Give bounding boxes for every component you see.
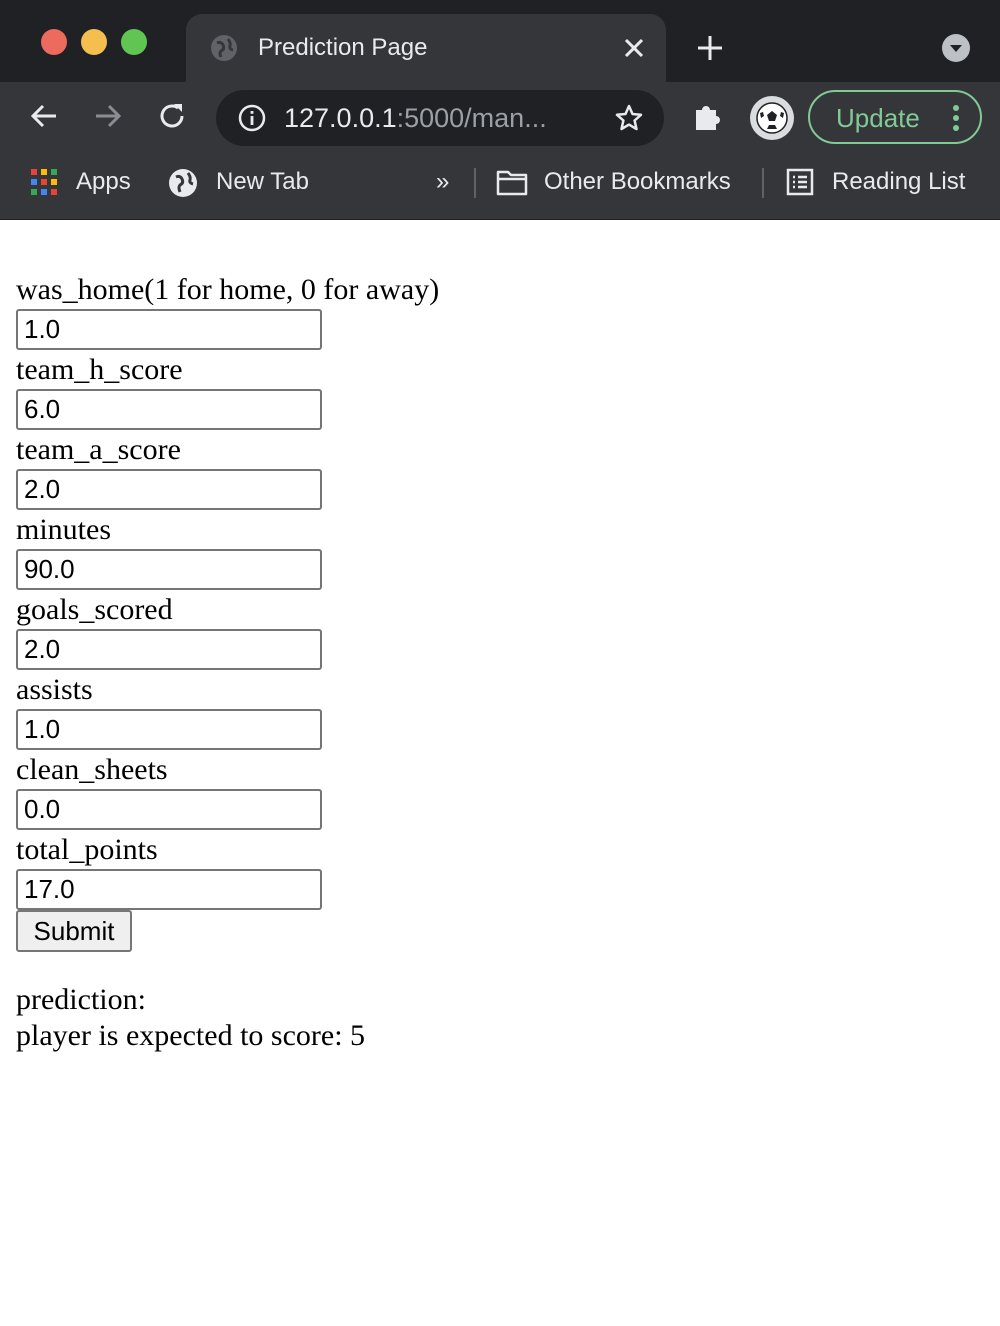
forward-arrow-icon[interactable]: [92, 100, 124, 132]
goals-scored-input[interactable]: [16, 629, 322, 670]
maximize-window-button[interactable]: [121, 29, 147, 55]
team-a-score-input[interactable]: [16, 469, 322, 510]
url-path: :5000/man...: [396, 103, 547, 133]
bookmarks-bar: Apps New Tab » Other Bookmarks Reading L…: [0, 154, 1000, 220]
update-button[interactable]: Update: [808, 90, 982, 144]
assists-label: assists: [16, 673, 93, 706]
update-label: Update: [836, 103, 920, 133]
tab-title: Prediction Page: [258, 34, 428, 61]
back-arrow-icon[interactable]: [28, 100, 60, 132]
overflow-chevron-icon: »: [436, 168, 450, 195]
prediction-result: prediction: player is expected to score:…: [16, 982, 916, 1054]
total-points-label: total_points: [16, 833, 158, 866]
globe-icon: [169, 169, 197, 197]
total-points-input[interactable]: [16, 869, 322, 910]
assists-input[interactable]: [16, 709, 322, 750]
bookmark-new-tab-label: New Tab: [216, 168, 309, 195]
minutes-label: minutes: [16, 513, 111, 546]
reading-list-label: Reading List: [832, 168, 966, 195]
extensions-puzzle-icon[interactable]: [690, 100, 724, 134]
toolbar: 127.0.0.1:5000/man... Update: [0, 82, 1000, 154]
globe-icon: [211, 35, 237, 61]
was-home-input[interactable]: [16, 309, 322, 350]
reload-icon[interactable]: [156, 100, 188, 132]
reading-list-icon: [786, 168, 814, 196]
team-h-score-label: team_h_score: [16, 353, 183, 386]
tab-prediction-page[interactable]: Prediction Page: [186, 14, 666, 82]
url-host: 127.0.0.1: [284, 103, 397, 133]
bookmarks-separator: [474, 168, 476, 198]
browser-chrome: Prediction Page 127.0.0.1:5000/man... Up…: [0, 0, 1000, 220]
close-window-button[interactable]: [41, 29, 67, 55]
prediction-heading: prediction:: [16, 983, 146, 1016]
bookmark-other-label: Other Bookmarks: [544, 168, 731, 195]
was-home-label: was_home(1 for home, 0 for away): [16, 273, 440, 306]
prediction-form: was_home(1 for home, 0 for away) team_h_…: [16, 270, 916, 952]
prediction-form-page: was_home(1 for home, 0 for away) team_h_…: [16, 270, 916, 1054]
bookmark-other-bookmarks[interactable]: Other Bookmarks: [496, 166, 746, 198]
clean-sheets-label: clean_sheets: [16, 753, 168, 786]
more-menu-icon[interactable]: [952, 104, 960, 132]
clean-sheets-input[interactable]: [16, 789, 322, 830]
submit-button[interactable]: Submit: [16, 910, 132, 952]
new-tab-plus-icon[interactable]: [694, 32, 726, 64]
team-a-score-label: team_a_score: [16, 433, 181, 466]
apps-grid-icon: [31, 169, 57, 195]
info-icon[interactable]: [238, 104, 266, 132]
bookmark-apps-label: Apps: [76, 168, 131, 195]
soccer-ball-icon: [756, 102, 788, 134]
minimize-window-button[interactable]: [81, 29, 107, 55]
minutes-input[interactable]: [16, 549, 322, 590]
prediction-text: player is expected to score: 5: [16, 1019, 366, 1052]
profile-avatar[interactable]: [750, 96, 794, 140]
bookmark-new-tab[interactable]: New Tab: [168, 166, 328, 198]
close-icon[interactable]: [622, 36, 646, 60]
bookmark-star-icon[interactable]: [614, 103, 644, 133]
goals-scored-label: goals_scored: [16, 593, 173, 626]
address-bar[interactable]: 127.0.0.1:5000/man...: [216, 90, 664, 146]
tab-strip: Prediction Page: [0, 0, 1000, 82]
bookmarks-separator: [762, 168, 764, 198]
bookmark-apps[interactable]: Apps: [30, 166, 140, 198]
team-h-score-input[interactable]: [16, 389, 322, 430]
reading-list-button[interactable]: Reading List: [786, 166, 986, 198]
folder-icon: [496, 170, 528, 196]
url-text: 127.0.0.1:5000/man...: [284, 102, 547, 134]
tab-search-chevron-icon[interactable]: [942, 34, 970, 62]
bookmarks-overflow-button[interactable]: »: [436, 166, 460, 198]
